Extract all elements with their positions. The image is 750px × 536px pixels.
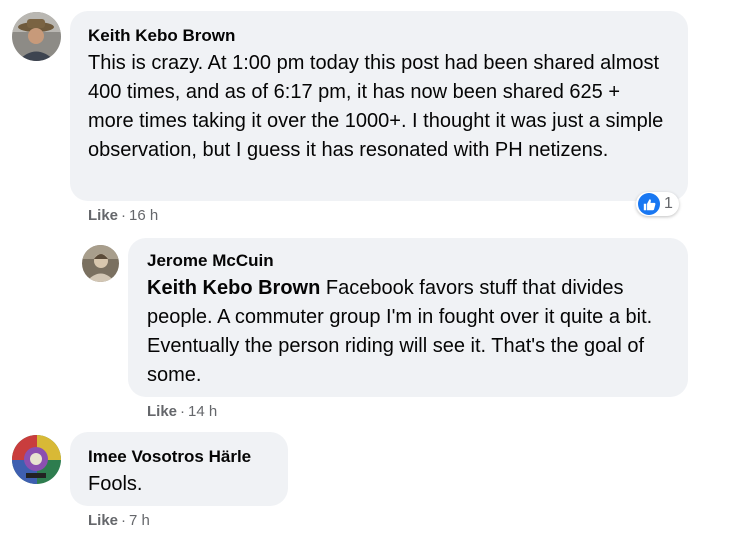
timestamp[interactable]: 16 h — [129, 207, 158, 224]
comment-text: This is crazy. At 1:00 pm today this pos… — [88, 52, 664, 161]
reaction-count: 1 — [664, 195, 673, 212]
comment-actions: Like · 7 h — [88, 512, 150, 529]
avatar-keith[interactable] — [12, 12, 61, 61]
reply-text: Keith Kebo Brown Facebook favors stuff t… — [147, 274, 670, 390]
timestamp[interactable]: 14 h — [188, 403, 217, 420]
comment-bubble: Imee Vosotros Härle Fools. — [70, 432, 288, 506]
reaction-badge[interactable]: 1 — [636, 192, 679, 216]
timestamp[interactable]: 7 h — [129, 512, 150, 529]
like-link[interactable]: Like — [88, 207, 118, 224]
like-link[interactable]: Like — [88, 512, 118, 529]
like-link[interactable]: Like — [147, 403, 177, 420]
separator: · — [121, 207, 127, 224]
reply-bubble: Jerome McCuin Keith Kebo Brown Facebook … — [128, 238, 688, 397]
comment-author[interactable]: Imee Vosotros Härle — [88, 446, 270, 468]
comment-actions: Like · 16 h — [88, 207, 158, 224]
comment-author[interactable]: Keith Kebo Brown — [88, 25, 670, 47]
thumbs-up-icon — [638, 193, 660, 215]
mention-link[interactable]: Keith Kebo Brown — [147, 277, 320, 299]
comment-bubble: Keith Kebo Brown This is crazy. At 1:00 … — [70, 11, 688, 201]
avatar-imee[interactable] — [12, 435, 61, 484]
comment-text: Fools. — [88, 473, 143, 495]
avatar-jerome[interactable] — [82, 245, 119, 282]
reply-author[interactable]: Jerome McCuin — [147, 250, 670, 272]
separator: · — [180, 403, 186, 420]
separator: · — [121, 512, 127, 529]
reply-actions: Like · 14 h — [147, 403, 217, 420]
